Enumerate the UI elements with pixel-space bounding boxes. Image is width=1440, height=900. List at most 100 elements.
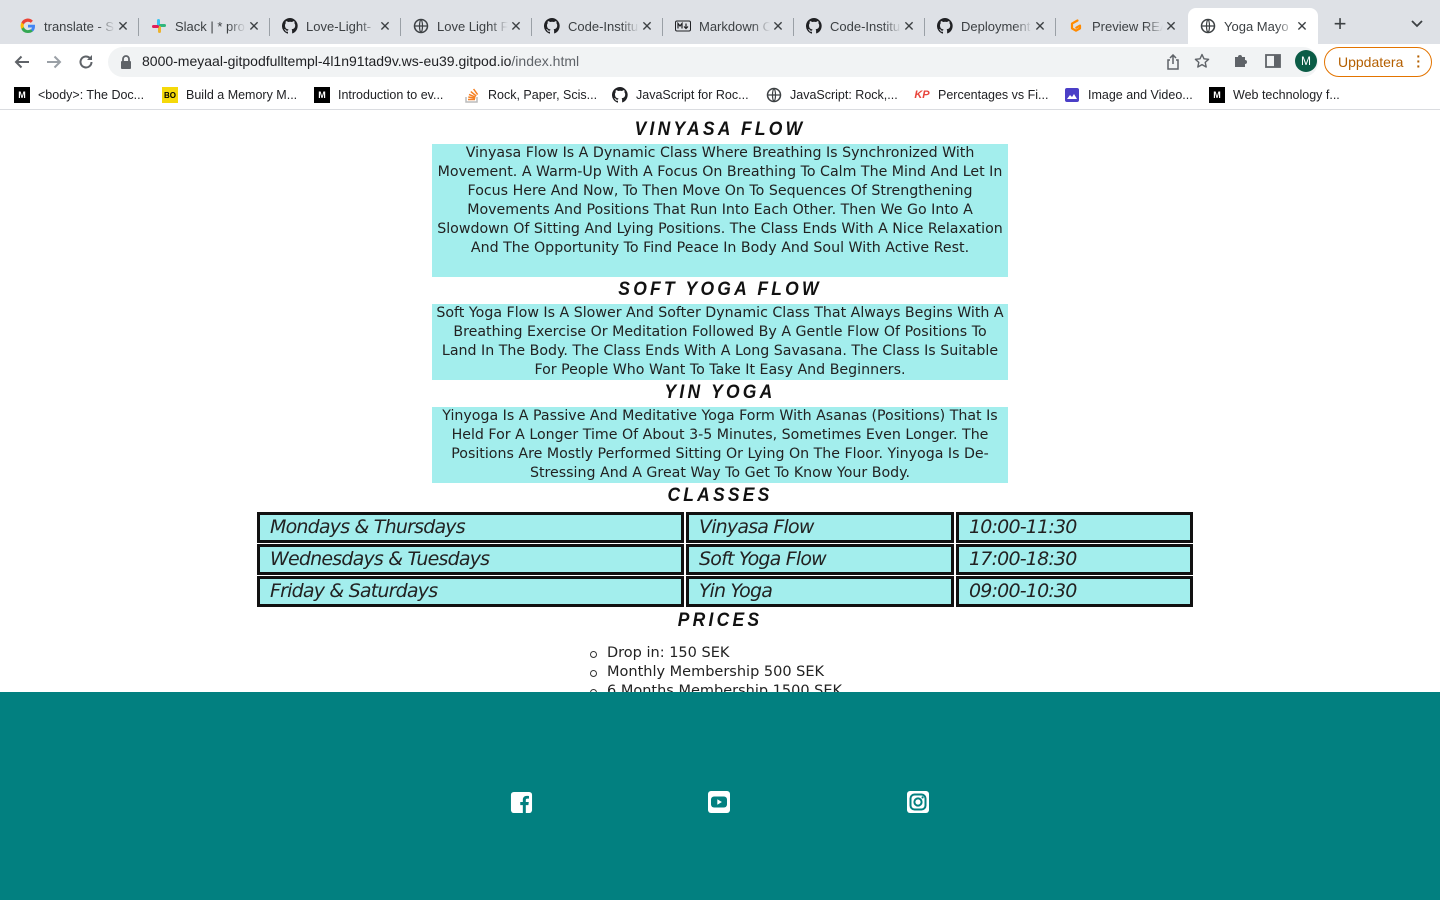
table-cell-days: Wednesdays & Tuesdays xyxy=(257,544,684,575)
bookmark-item[interactable]: BO Build a Memory M... xyxy=(162,86,297,104)
tab-title: Love Light F xyxy=(437,18,508,34)
section-text-vinyasa: Vinyasa Flow Is A Dynamic Class Where Br… xyxy=(432,144,1008,277)
close-icon[interactable]: ✕ xyxy=(901,18,917,34)
profile-avatar[interactable]: M xyxy=(1295,50,1317,72)
mdn-icon: M xyxy=(14,87,30,103)
tab-love-light-site[interactable]: Love Light F ✕ xyxy=(401,8,532,44)
bookmark-label: Web technology f... xyxy=(1233,88,1340,102)
update-label: Uppdatera xyxy=(1338,54,1404,70)
bookmark-item[interactable]: M <body>: The Doc... xyxy=(14,86,144,104)
table-cell-class: Yin Yoga xyxy=(686,576,954,607)
bookmark-label: Percentages vs Fi... xyxy=(938,88,1049,102)
url-host: 8000-meyaal-gitpodfulltempl-4l1n91tad9v.… xyxy=(142,53,512,69)
tab-title: Code-Institu xyxy=(830,18,901,34)
lock-icon[interactable] xyxy=(120,55,132,74)
table-cell-time: 09:00-10:30 xyxy=(956,576,1193,607)
slack-icon xyxy=(151,18,167,34)
google-icon xyxy=(20,18,36,34)
new-tab-button[interactable]: + xyxy=(1328,11,1352,36)
share-icon[interactable] xyxy=(1166,53,1180,75)
url-text[interactable]: 8000-meyaal-gitpodfulltempl-4l1n91tad9v.… xyxy=(142,53,579,69)
close-icon[interactable]: ✕ xyxy=(377,18,393,34)
bookmark-star-icon[interactable] xyxy=(1194,53,1210,74)
tab-title: Slack | * pro xyxy=(175,18,245,34)
youtube-icon[interactable] xyxy=(707,790,731,814)
facebook-icon[interactable] xyxy=(509,790,533,814)
tab-love-light-repo[interactable]: Love-Light- ✕ xyxy=(270,8,401,44)
section-title-soft-yoga: SOFT YOGA FLOW xyxy=(618,279,822,300)
tab-preview-readme[interactable]: Preview REA ✕ xyxy=(1056,8,1187,44)
stackoverflow-icon xyxy=(464,87,480,103)
close-icon[interactable]: ✕ xyxy=(508,18,524,34)
github-icon xyxy=(544,18,560,34)
bo-icon: BO xyxy=(162,87,178,103)
github-icon xyxy=(937,18,953,34)
list-item: Drop in: 150 SEK xyxy=(589,644,842,663)
forward-icon[interactable] xyxy=(40,48,68,76)
tab-code-institute-2[interactable]: Code-Institu ✕ xyxy=(794,8,925,44)
bookmark-label: Build a Memory M... xyxy=(186,88,298,102)
tab-strip: translate - S ✕ Slack | * pro ✕ Love-Lig… xyxy=(0,0,1440,44)
tab-title: Code-Institu xyxy=(568,18,639,34)
url-path: /index.html xyxy=(511,53,580,69)
section-title-yin-yoga: YIN YOGA xyxy=(664,382,776,403)
table-cell-days: Friday & Saturdays xyxy=(257,576,684,607)
tab-yoga-active[interactable]: Yoga Mayo ✕ xyxy=(1188,8,1318,44)
table-cell-time: 10:00-11:30 xyxy=(956,512,1193,543)
close-icon[interactable]: ✕ xyxy=(246,18,262,34)
bookmark-item[interactable]: M Web technology f... xyxy=(1209,86,1340,104)
side-panel-icon[interactable] xyxy=(1264,52,1282,75)
tab-title: translate - S xyxy=(44,18,115,34)
address-bar[interactable]: 8000-meyaal-gitpodfulltempl-4l1n91tad9v.… xyxy=(108,47,1318,77)
bookmark-item[interactable]: JavaScript: Rock,... xyxy=(766,86,898,104)
bookmark-item[interactable]: M Introduction to ev... xyxy=(314,86,443,104)
section-text-soft-yoga: Soft Yoga Flow Is A Slower And Softer Dy… xyxy=(432,304,1008,380)
update-button[interactable]: Uppdatera · · · xyxy=(1324,47,1432,77)
github-icon xyxy=(806,18,822,34)
instagram-icon[interactable] xyxy=(906,790,930,814)
bookmark-item[interactable]: Rock, Paper, Scis... xyxy=(464,86,597,104)
table-cell-days: Mondays & Thursdays xyxy=(257,512,684,543)
tab-title: Yoga Mayo xyxy=(1224,18,1289,34)
section-text-yin-yoga: Yinyoga Is A Passive And Meditative Yoga… xyxy=(432,407,1008,483)
close-icon[interactable]: ✕ xyxy=(1163,18,1179,34)
back-icon[interactable] xyxy=(8,48,36,76)
tab-translate[interactable]: translate - S ✕ xyxy=(8,8,139,44)
globe-icon xyxy=(413,18,429,34)
close-icon[interactable]: ✕ xyxy=(115,18,131,34)
close-icon[interactable]: ✕ xyxy=(1032,18,1048,34)
table-cell-class: Soft Yoga Flow xyxy=(686,544,954,575)
bookmarks-bar: M <body>: The Doc... BO Build a Memory M..… xyxy=(0,80,1440,110)
tab-code-institute-1[interactable]: Code-Institu ✕ xyxy=(532,8,663,44)
section-title-vinyasa: VINYASA FLOW xyxy=(634,119,806,140)
more-menu-icon[interactable]: · · · xyxy=(1416,49,1421,73)
tab-search-chevron-icon[interactable] xyxy=(1406,14,1428,34)
mdn-icon: M xyxy=(1209,87,1225,103)
close-icon[interactable]: ✕ xyxy=(1294,18,1310,34)
tab-title: Markdown C xyxy=(699,18,770,34)
bookmark-label: <body>: The Doc... xyxy=(38,88,145,102)
table-cell-time: 17:00-18:30 xyxy=(956,544,1193,575)
close-icon[interactable]: ✕ xyxy=(770,18,786,34)
tab-markdown[interactable]: Markdown C ✕ xyxy=(663,8,794,44)
globe-icon xyxy=(766,87,782,103)
markdown-icon xyxy=(675,18,691,34)
extensions-puzzle-icon[interactable] xyxy=(1232,52,1250,75)
close-icon[interactable]: ✕ xyxy=(639,18,655,34)
table-cell-class: Vinyasa Flow xyxy=(686,512,954,543)
tab-slack[interactable]: Slack | * pro ✕ xyxy=(139,8,270,44)
github-icon xyxy=(612,87,628,103)
classes-title: CLASSES xyxy=(667,485,773,506)
tab-title: Preview REA xyxy=(1092,18,1163,34)
mdn-icon: M xyxy=(314,87,330,103)
bookmark-label: JavaScript: Rock,... xyxy=(790,88,898,102)
bookmark-item[interactable]: JavaScript for Roc... xyxy=(612,86,749,104)
bookmark-item[interactable]: KP Percentages vs Fi... xyxy=(914,86,1048,104)
toolbar: 8000-meyaal-gitpodfulltempl-4l1n91tad9v.… xyxy=(0,44,1440,80)
tab-deployment[interactable]: Deployment ✕ xyxy=(925,8,1056,44)
bookmark-item[interactable]: Image and Video... xyxy=(1064,86,1193,104)
browser-chrome: translate - S ✕ Slack | * pro ✕ Love-Lig… xyxy=(0,0,1440,111)
tab-title: Deployment xyxy=(961,18,1031,34)
reload-icon[interactable] xyxy=(72,48,100,76)
bookmark-label: Image and Video... xyxy=(1088,88,1193,102)
